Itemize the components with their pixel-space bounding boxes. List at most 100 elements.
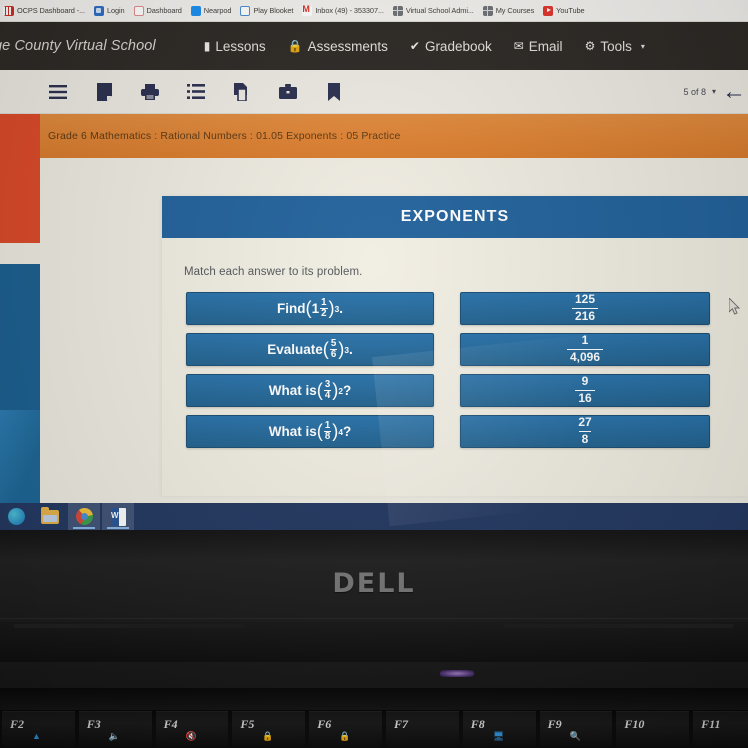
nav-item-lessons[interactable]: ▮ Lessons bbox=[204, 39, 266, 54]
problem-suffix: . bbox=[348, 342, 353, 357]
briefcase-icon[interactable] bbox=[278, 82, 298, 102]
nav-label: Tools bbox=[600, 38, 632, 54]
laptop-lower-deck bbox=[0, 622, 748, 662]
bookmark-label: Inbox (49) - 353307... bbox=[315, 6, 384, 15]
taskbar-item-chrome[interactable] bbox=[68, 503, 100, 530]
laptop-screen: OCPS Dashboard -... Login Dashboard Near… bbox=[0, 0, 748, 530]
key-label: F9 bbox=[547, 717, 562, 731]
status-led bbox=[440, 670, 474, 677]
problem-tile[interactable]: What is (3 4) 2? bbox=[186, 374, 434, 407]
browser-bookmarks-bar: OCPS Dashboard -... Login Dashboard Near… bbox=[0, 0, 748, 22]
problem-suffix: ? bbox=[342, 424, 352, 439]
fraction: 12 bbox=[320, 296, 328, 319]
display-icon: 🖥 bbox=[492, 731, 505, 741]
back-arrow-icon[interactable]: ← bbox=[722, 79, 746, 104]
open-paren: ( bbox=[322, 339, 329, 359]
lesson-toolbar: 5 of 8 ▾ ← bbox=[0, 70, 748, 114]
check-icon: ✔ bbox=[409, 39, 420, 53]
activity-title-bar: EXPONENTS bbox=[162, 196, 748, 238]
key-label: F6 bbox=[317, 717, 332, 731]
key-f2[interactable]: F2 ▲ bbox=[2, 711, 75, 747]
page-title: EXPONENTS bbox=[400, 208, 510, 225]
nav-item-email[interactable]: ✉ Email bbox=[514, 39, 563, 54]
page-indicator-group[interactable]: 5 of 8 ▾ bbox=[683, 87, 716, 97]
lock-icon: 🔒 bbox=[339, 731, 351, 741]
key-f10[interactable]: F10 bbox=[616, 711, 690, 747]
word-icon bbox=[110, 507, 126, 526]
dell-logo: DELL bbox=[332, 568, 416, 599]
windows-taskbar bbox=[0, 503, 748, 530]
answer-tile[interactable]: 27 8 bbox=[460, 415, 710, 448]
problem-tile[interactable]: Evaluate (5 6) 3. bbox=[186, 333, 434, 366]
youtube-icon bbox=[543, 5, 554, 16]
menu-icon[interactable] bbox=[48, 82, 68, 102]
key-f8[interactable]: F8 🖥 bbox=[462, 711, 536, 747]
globe-icon bbox=[392, 5, 403, 16]
deck-gap bbox=[0, 688, 748, 710]
ocps-icon bbox=[4, 5, 14, 16]
key-f7[interactable]: F7 bbox=[385, 711, 459, 747]
open-paren: ( bbox=[316, 380, 323, 400]
brightness-up-icon: ▲ bbox=[32, 731, 41, 741]
bookmark-item[interactable]: My Courses bbox=[482, 5, 535, 16]
key-f5[interactable]: F5 🔒 bbox=[232, 711, 306, 747]
bookmark-icon[interactable] bbox=[324, 82, 344, 102]
problem-prefix: What is bbox=[268, 383, 317, 398]
gear-icon: ⚙ bbox=[584, 39, 596, 53]
fraction: 9 16 bbox=[575, 374, 595, 406]
fraction: 125 216 bbox=[571, 292, 599, 324]
bookmark-item[interactable]: Login bbox=[93, 5, 125, 16]
list-icon[interactable] bbox=[186, 82, 206, 102]
taskbar-item-file-explorer[interactable] bbox=[34, 503, 66, 530]
breadcrumb-bar: Grade 6 Mathematics : Rational Numbers :… bbox=[40, 114, 748, 158]
bookmark-item[interactable]: Virtual School Admi... bbox=[392, 5, 474, 16]
envelope-icon: ✉ bbox=[513, 39, 524, 53]
nav-label: Gradebook bbox=[424, 38, 492, 54]
bookmark-item[interactable]: Inbox (49) - 353307... bbox=[302, 4, 384, 16]
problem-tile[interactable]: Find (1 1 2) 3. bbox=[186, 292, 434, 325]
key-label: F5 bbox=[240, 717, 255, 731]
answer-tile[interactable]: 9 16 bbox=[460, 374, 710, 407]
bookmark-label: My Courses bbox=[495, 6, 535, 15]
taskbar-item-edge[interactable] bbox=[0, 503, 32, 530]
chevron-down-icon: ▾ bbox=[640, 41, 645, 51]
answer-tile[interactable]: 125 216 bbox=[460, 292, 710, 325]
breadcrumb: Grade 6 Mathematics : Rational Numbers :… bbox=[48, 130, 401, 142]
answer-tile[interactable]: 1 4,096 bbox=[460, 333, 710, 366]
bookmark-item[interactable]: YouTube bbox=[543, 5, 585, 16]
bookmark-item[interactable]: Nearpod bbox=[190, 5, 232, 16]
bookmark-label: Play Blooket bbox=[253, 6, 294, 15]
problem-tile[interactable]: What is (1 8) 4? bbox=[186, 415, 434, 448]
bookmark-label: OCPS Dashboard -... bbox=[17, 6, 85, 15]
nav-item-gradebook[interactable]: ✔ Gradebook bbox=[410, 39, 492, 54]
copy-icon[interactable] bbox=[232, 82, 252, 102]
bookmark-item[interactable]: OCPS Dashboard -... bbox=[4, 5, 85, 16]
taskbar-item-word[interactable] bbox=[102, 503, 134, 530]
chevron-down-icon[interactable]: ▾ bbox=[712, 87, 716, 96]
key-label: F10 bbox=[624, 717, 645, 731]
lock-icon: 🔒 bbox=[287, 39, 303, 53]
file-explorer-icon bbox=[41, 506, 59, 524]
key-f3[interactable]: F3 🔈 bbox=[78, 711, 152, 747]
problem-column: Find (1 1 2) 3. Evaluate (5 6) 3. What is (3 4… bbox=[186, 292, 434, 456]
bookmark-item[interactable]: Dashboard bbox=[133, 5, 182, 16]
key-label: F8 bbox=[470, 717, 485, 731]
key-f6[interactable]: F6 🔒 bbox=[309, 711, 382, 747]
key-f11[interactable]: F11 bbox=[693, 711, 748, 747]
key-label: F7 bbox=[393, 717, 408, 731]
key-f4[interactable]: F4 🔇 bbox=[155, 711, 229, 747]
key-f9[interactable]: F9 🔍 bbox=[539, 711, 613, 747]
bookmark-item[interactable]: Play Blooket bbox=[240, 5, 294, 16]
bookmark-label: YouTube bbox=[556, 6, 585, 15]
instruction-text: Match each answer to its problem. bbox=[184, 266, 363, 278]
login-icon bbox=[93, 5, 104, 16]
problem-prefix: Evaluate bbox=[267, 342, 323, 357]
nav-item-assessments[interactable]: 🔒 Assessments bbox=[288, 39, 388, 54]
site-brand: ge County Virtual School bbox=[0, 38, 156, 54]
screenshot-root: OCPS Dashboard -... Login Dashboard Near… bbox=[0, 0, 748, 748]
fraction: 1 4,096 bbox=[566, 333, 604, 365]
site-navigation-bar: ge County Virtual School ▮ Lessons 🔒 Ass… bbox=[0, 22, 748, 70]
print-icon[interactable] bbox=[140, 82, 160, 102]
nav-item-tools[interactable]: ⚙ Tools ▾ bbox=[585, 39, 645, 54]
notes-icon[interactable] bbox=[94, 82, 114, 102]
